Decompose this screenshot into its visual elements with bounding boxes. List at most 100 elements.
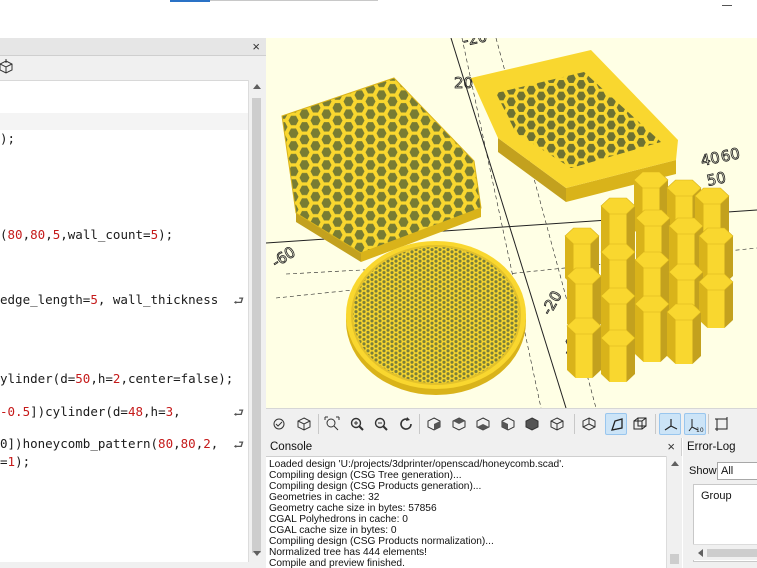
code-text: ,h= <box>143 404 166 419</box>
error-log-filter-select[interactable]: All <box>717 462 757 480</box>
current-line-highlight <box>0 113 248 130</box>
code-text: 0 <box>0 436 8 451</box>
view-top-button[interactable] <box>448 413 470 435</box>
code-text: , <box>210 436 219 451</box>
view-diagonal-button[interactable] <box>578 413 600 435</box>
orthogonal-icon <box>633 417 647 430</box>
view-left-button[interactable] <box>497 413 519 435</box>
code-line[interactable]: edge_length=5, wall_thickness <box>0 292 218 307</box>
toolbar-separator <box>419 414 420 434</box>
toolbar-separator <box>708 414 709 434</box>
code-line[interactable]: (80,80,5,wall_count=5); <box>0 227 173 242</box>
view-diagonal-icon <box>582 417 596 431</box>
code-editor[interactable]: ); (80,80,5,wall_count=5); edge_length=5, … <box>0 80 248 562</box>
code-number: 5 <box>150 227 159 242</box>
console-vertical-scrollbar[interactable] <box>666 456 682 568</box>
code-text: , <box>173 404 181 419</box>
console-line: Geometry cache size in bytes: 57856 <box>269 503 437 514</box>
scroll-left-icon[interactable] <box>698 549 703 557</box>
console-line: Compiling design (CSG Tree generation)..… <box>269 470 462 481</box>
code-line[interactable]: ylinder(d=50,h=2,center=false); <box>0 371 233 386</box>
zoom-out-button[interactable] <box>370 413 392 435</box>
preview-button[interactable] <box>293 413 315 435</box>
perspective-icon <box>611 418 623 431</box>
view-left-icon <box>501 417 515 431</box>
show-scale-icon: 10 <box>688 419 704 433</box>
scrollbar-thumb[interactable] <box>670 554 679 564</box>
view-top-icon <box>452 417 466 431</box>
view-bottom-button[interactable] <box>472 413 494 435</box>
view-front-button[interactable] <box>521 413 543 435</box>
editor-close-button[interactable]: × <box>252 39 260 54</box>
code-text: ,h= <box>90 371 113 386</box>
hex-pillar <box>634 295 670 362</box>
axis-tick-label: 60 <box>719 144 741 166</box>
error-log-horizontal-scrollbar[interactable] <box>693 544 757 560</box>
view-all-button[interactable] <box>321 413 343 435</box>
code-line[interactable]: ); <box>0 131 15 146</box>
code-text: = <box>0 454 8 469</box>
code-line[interactable]: 0])honeycomb_pattern(80,80,2, <box>0 436 218 451</box>
code-text: ); <box>158 227 174 242</box>
code-number: 80 <box>30 227 46 242</box>
toolbar-separator <box>318 414 319 434</box>
render-button[interactable] <box>268 413 290 435</box>
hexagonal-pillars <box>564 171 734 382</box>
console-line: Compiling design (CSG Products normaliza… <box>269 536 494 547</box>
console-output[interactable]: Loaded design 'U:/projects/3dprinter/ope… <box>266 456 666 568</box>
console-line: Geometries in cache: 32 <box>269 492 380 503</box>
orthogonal-button[interactable] <box>629 413 651 435</box>
toolbar-separator <box>655 414 656 434</box>
console-close-button[interactable]: × <box>667 439 675 454</box>
zoom-in-button[interactable] <box>346 413 368 435</box>
window-top-strip <box>0 0 757 38</box>
code-text: edge_length= <box>0 292 91 307</box>
scroll-down-icon[interactable] <box>253 551 261 556</box>
code-line[interactable]: -0.5])cylinder(d=48,h=3, <box>0 404 181 419</box>
export-stl-icon[interactable] <box>0 59 14 75</box>
show-edges-button[interactable] <box>711 413 733 435</box>
code-text: ])honeycomb_pattern( <box>7 436 159 451</box>
error-log-title: Error-Log <box>687 441 736 453</box>
error-log-panel: Error-Log Show All Group <box>683 438 757 568</box>
model-render: -60-20-40-2020604050 <box>266 38 757 408</box>
code-number: 1 <box>7 454 16 469</box>
scrollbar-thumb[interactable] <box>252 98 261 553</box>
reset-view-button[interactable] <box>395 413 417 435</box>
hex-pillar <box>666 303 702 364</box>
axis-tick-label: -20 <box>538 288 566 318</box>
view-bottom-icon <box>476 417 490 431</box>
view-right-button[interactable] <box>423 413 445 435</box>
perspective-button[interactable] <box>605 413 627 435</box>
code-text: ,center=false); <box>120 371 234 386</box>
error-log-column-group[interactable]: Group <box>701 490 732 502</box>
error-log-show-label: Show <box>689 465 717 477</box>
show-axes-button[interactable] <box>659 413 681 435</box>
view-back-button[interactable] <box>546 413 568 435</box>
hex-pillar <box>698 273 734 328</box>
editor-vertical-scrollbar[interactable] <box>248 80 264 562</box>
code-line[interactable]: =1); <box>0 454 30 469</box>
code-number: 2 <box>203 436 211 451</box>
code-text: , wall_thickness <box>97 292 219 307</box>
scroll-up-icon[interactable] <box>671 461 679 466</box>
console-line: Normalized tree has 444 elements! <box>269 547 427 558</box>
code-text: , <box>45 227 53 242</box>
zoom-out-icon <box>374 417 388 431</box>
window-minimize-icon[interactable] <box>722 5 732 6</box>
scrollbar-thumb[interactable] <box>707 549 757 557</box>
console-line: CGAL cache size in bytes: 0 <box>269 525 397 536</box>
code-text: ( <box>0 227 8 242</box>
scroll-up-icon[interactable] <box>253 84 261 89</box>
line-wrap-icon: ⮐ <box>233 406 244 420</box>
hex-pillar <box>600 329 636 382</box>
editor-titlebar: × <box>0 38 266 56</box>
code-number: 80 <box>7 227 23 242</box>
show-scale-button[interactable]: 10 <box>684 413 706 435</box>
svg-text:10: 10 <box>696 427 704 433</box>
3d-viewport[interactable]: -60-20-40-2020604050 <box>266 38 757 408</box>
view-back-icon <box>550 417 564 431</box>
reset-view-icon <box>400 417 412 430</box>
console-panel: Console × Loaded design 'U:/projects/3dp… <box>266 438 682 568</box>
axis-tick-label: -60 <box>268 243 298 271</box>
